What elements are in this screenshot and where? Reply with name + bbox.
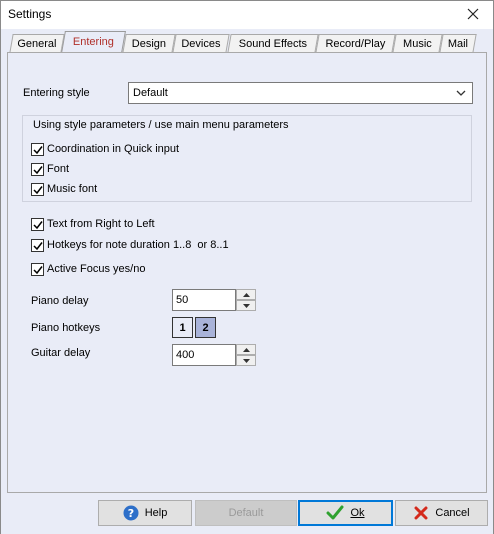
checkmark-icon	[33, 242, 43, 251]
checkmark-icon	[33, 266, 43, 275]
font-checkbox[interactable]	[31, 163, 44, 176]
music-font-checkbox[interactable]	[31, 183, 44, 196]
checkmark-icon	[33, 166, 43, 175]
guitar-delay-stepper	[236, 344, 256, 366]
tab-label: Music	[403, 38, 432, 50]
checkmark-icon	[33, 221, 43, 230]
cancel-button[interactable]: Cancel	[395, 500, 488, 526]
tab-label: Sound Effects	[238, 38, 308, 50]
guitar-delay-value: 400	[176, 349, 195, 361]
close-button[interactable]	[459, 3, 487, 25]
tab-entering[interactable]: Entering	[61, 31, 126, 53]
piano-delay-input[interactable]: 50	[172, 289, 236, 311]
help-icon: ?	[123, 505, 139, 521]
tab-general[interactable]: General	[9, 34, 65, 53]
help-button[interactable]: ? Help	[98, 500, 192, 526]
tab-design[interactable]: Design	[122, 34, 176, 53]
tab-label: Record/Play	[325, 38, 386, 50]
window-title: Settings	[8, 7, 52, 21]
arrow-up-icon	[242, 347, 250, 352]
piano-hotkeys-label: Piano hotkeys	[31, 322, 101, 334]
button-bar: ? Help Default Ok Cancel	[1, 494, 493, 534]
default-label: Default	[228, 507, 264, 519]
guitar-delay-label: Guitar delay	[31, 347, 91, 359]
default-button[interactable]: Default	[195, 500, 297, 526]
arrow-up-icon	[242, 292, 250, 297]
close-icon	[467, 8, 479, 20]
piano-hotkey-1-button[interactable]: 1	[172, 317, 193, 338]
right-to-left-label: Text from Right to Left	[47, 218, 155, 230]
music-font-label: Music font	[47, 183, 98, 195]
tab-sound-effects[interactable]: Sound Effects	[227, 34, 319, 53]
tab-devices[interactable]: Devices	[172, 34, 230, 53]
help-label: Help	[144, 507, 168, 519]
tab-label: Entering	[72, 36, 114, 48]
entering-style-select[interactable]: Default	[128, 82, 473, 104]
entering-style-value: Default	[133, 87, 168, 99]
checkmark-icon	[326, 505, 344, 520]
checkmark-icon	[33, 186, 43, 195]
piano-hotkey-2-button[interactable]: 2	[195, 317, 216, 338]
checkmark-icon	[33, 146, 43, 155]
tab-label: Mail	[447, 38, 468, 50]
piano-delay-down-button[interactable]	[236, 300, 256, 311]
cancel-label: Cancel	[435, 507, 470, 519]
hotkeys-duration-label: Hotkeys for note duration 1..8 or 8..1	[47, 239, 229, 251]
active-focus-label: Active Focus yes/no	[47, 263, 146, 275]
tab-label: Design	[131, 38, 167, 50]
piano-delay-label: Piano delay	[31, 295, 89, 307]
settings-window: Settings General Design Devices Sound Ef…	[0, 0, 494, 534]
arrow-down-icon	[242, 303, 250, 308]
tab-music[interactable]: Music	[392, 34, 443, 53]
tab-bar: General Design Devices Sound Effects Rec…	[7, 31, 487, 53]
active-focus-checkbox[interactable]	[31, 263, 44, 276]
coordination-checkbox[interactable]	[31, 143, 44, 156]
guitar-delay-up-button[interactable]	[236, 344, 256, 355]
cancel-x-icon	[414, 506, 428, 520]
ok-button[interactable]: Ok	[298, 500, 393, 526]
coordination-label: Coordination in Quick input	[47, 143, 180, 155]
group-caption: Using style parameters / use main menu p…	[33, 119, 289, 131]
entering-style-label: Entering style	[23, 87, 90, 99]
right-to-left-checkbox[interactable]	[31, 218, 44, 231]
piano-delay-value: 50	[176, 294, 189, 306]
tab-label: Devices	[181, 38, 221, 50]
title-bar: Settings	[1, 1, 493, 29]
entering-panel: Entering style Default Using style param…	[7, 52, 487, 493]
arrow-down-icon	[242, 358, 250, 363]
guitar-delay-input[interactable]: 400	[172, 344, 236, 366]
font-label: Font	[47, 163, 70, 175]
ok-label: Ok	[350, 507, 365, 519]
piano-delay-up-button[interactable]	[236, 289, 256, 300]
tab-mail[interactable]: Mail	[439, 34, 477, 53]
tab-label: General	[17, 38, 57, 50]
piano-delay-stepper	[236, 289, 256, 311]
svg-text:?: ?	[127, 507, 133, 520]
chevron-down-icon	[456, 90, 466, 96]
hotkeys-duration-checkbox[interactable]	[31, 239, 44, 252]
tab-record-play[interactable]: Record/Play	[315, 34, 396, 53]
guitar-delay-down-button[interactable]	[236, 355, 256, 366]
